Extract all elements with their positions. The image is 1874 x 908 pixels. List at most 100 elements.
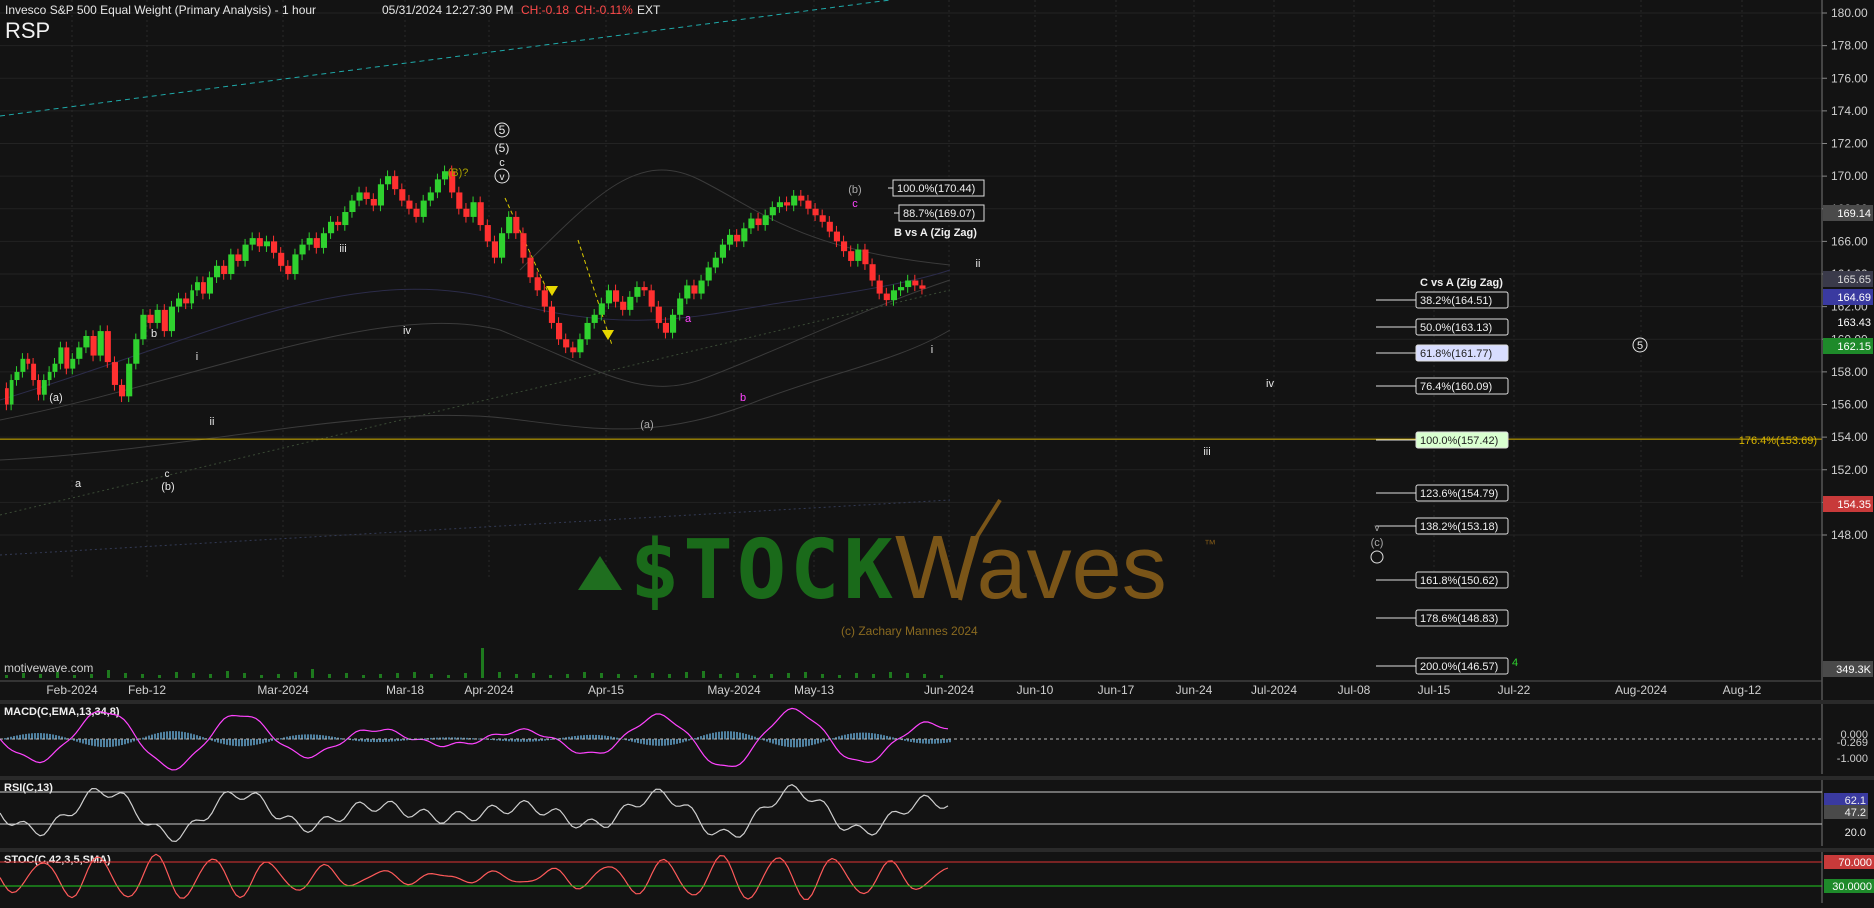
macd-hist-bar	[688, 739, 690, 741]
macd-hist-bar	[799, 739, 801, 748]
y-tick-label: 148.00	[1831, 528, 1868, 542]
candle-body	[734, 234, 741, 242]
volume-bar	[328, 674, 331, 678]
x-tick-label: Mar-18	[386, 683, 424, 697]
session-label: EXT	[637, 3, 661, 17]
macd-hist-bar	[640, 739, 642, 744]
candle-body	[563, 339, 570, 348]
candle-body	[648, 290, 655, 307]
candle-body	[613, 290, 620, 302]
macd-hist-bar	[184, 732, 186, 740]
wave-label: iii	[1203, 446, 1210, 458]
chart-background	[0, 0, 1874, 903]
macd-hist-bar	[943, 739, 945, 743]
candle-body	[306, 238, 313, 245]
x-tick-label: May-13	[794, 683, 834, 697]
macd-hist-bar	[616, 737, 618, 740]
x-tick-label: Apr-15	[588, 683, 624, 697]
macd-hist-bar	[502, 739, 504, 741]
macd-hist-bar	[724, 731, 726, 740]
macd-hist-bar	[862, 732, 864, 740]
macd-hist-bar	[286, 736, 288, 740]
candle-body	[9, 380, 14, 405]
y-tick-label: 172.00	[1831, 137, 1868, 151]
candle-body	[313, 238, 320, 248]
macd-hist-bar	[754, 736, 756, 740]
macd-hist-bar	[103, 739, 105, 748]
watermark-stock: $TOCK	[630, 523, 897, 618]
macd-hist-bar	[412, 739, 414, 740]
wave-label: b	[151, 328, 157, 340]
volume-bar	[736, 673, 739, 678]
macd-hist-bar	[115, 739, 117, 747]
macd-hist-bar	[265, 739, 267, 743]
candle-body	[641, 287, 648, 291]
macd-hist-bar	[175, 731, 177, 740]
candle-body	[90, 335, 97, 356]
y-tick-label: 154.00	[1831, 430, 1868, 444]
wave-label: a	[685, 313, 692, 325]
macd-hist-bar	[937, 739, 939, 744]
candle-body	[684, 285, 691, 299]
volume-bar	[209, 674, 212, 678]
volume-bar	[719, 674, 722, 678]
candle-body	[111, 362, 118, 385]
macd-hist-bar	[913, 739, 915, 743]
macd-hist-bar	[109, 739, 111, 747]
macd-hist-bar	[898, 738, 900, 740]
indicator-name: STOC(C,42,3,5,SMA)	[4, 854, 111, 866]
macd-hist-bar	[817, 739, 819, 744]
macd-hist-bar	[442, 737, 444, 740]
macd-hist-bar	[910, 739, 912, 742]
x-tick-label: Feb-12	[128, 683, 166, 697]
macd-hist-bar	[247, 739, 249, 746]
volume-bar	[430, 674, 433, 678]
candle-body	[912, 280, 919, 286]
macd-hist-bar	[241, 739, 243, 747]
macd-hist-bar	[64, 737, 66, 740]
x-tick-label: Jun-10	[1017, 683, 1054, 697]
macd-hist-bar	[274, 739, 276, 741]
candle-body	[513, 216, 520, 234]
fib-c-label: 161.8%(150.62)	[1420, 575, 1498, 587]
macd-hist-bar	[859, 732, 861, 740]
candle-body	[841, 241, 848, 252]
macd-hist-bar	[256, 739, 258, 745]
wave-label: c	[499, 157, 505, 169]
wave-label: v	[500, 172, 505, 183]
volume-bar	[226, 671, 229, 678]
macd-hist-bar	[694, 738, 696, 740]
macd-hist-bar	[214, 739, 216, 742]
candle-body	[556, 322, 563, 340]
candle-body	[691, 285, 698, 294]
volume-bar	[107, 670, 110, 678]
candle-body	[168, 306, 175, 332]
macd-hist-bar	[229, 739, 231, 746]
macd-hist-bar	[328, 736, 330, 740]
macd-hist-bar	[172, 731, 174, 740]
macd-hist-bar	[826, 739, 828, 741]
macd-hist-bar	[187, 732, 189, 740]
macd-hist-bar	[181, 731, 183, 740]
candle-body	[463, 208, 470, 217]
macd-hist-bar	[34, 733, 36, 740]
volume-bar	[175, 672, 178, 678]
macd-hist-bar	[649, 739, 651, 746]
candle-body	[256, 238, 263, 247]
candle-body	[499, 233, 506, 258]
wave-label: ii	[210, 416, 215, 428]
wave-label: iv	[403, 325, 411, 337]
wave-label: 5	[1637, 340, 1643, 352]
volume-bar	[294, 672, 297, 678]
macd-hist-bar	[154, 733, 156, 740]
candle-body	[833, 231, 840, 242]
candle-body	[83, 335, 90, 348]
macd-hist-bar	[742, 733, 744, 740]
fib-b-label: 100.0%(170.44)	[897, 183, 975, 195]
volume-bar	[192, 673, 195, 678]
macd-hist-bar	[604, 735, 606, 740]
fib-b-label: 88.7%(169.07)	[903, 208, 975, 220]
volume-bar	[158, 675, 161, 678]
macd-hist-bar	[760, 738, 762, 740]
candle-body	[883, 293, 890, 301]
